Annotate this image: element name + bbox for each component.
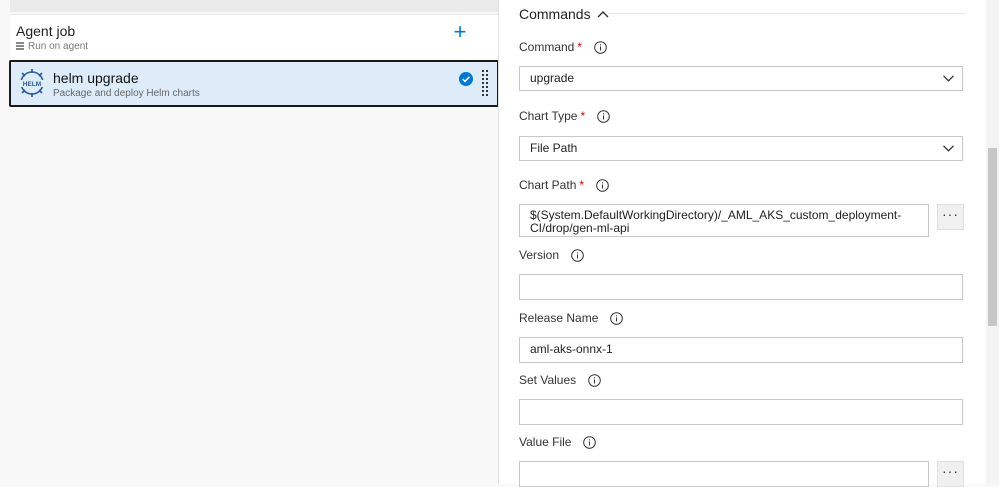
helm-icon: HELM	[18, 69, 46, 97]
value-file-input[interactable]	[519, 461, 929, 487]
agent-job-row[interactable]: Agent job Run on agent +	[10, 14, 498, 61]
task-title: helm upgrade	[53, 70, 139, 86]
chart-path-label-text: Chart Path	[519, 178, 577, 192]
command-value: upgrade	[530, 71, 575, 85]
task-item-helm-upgrade[interactable]: HELM helm upgrade Package and deploy Hel…	[9, 60, 499, 107]
chart-type-label-text: Chart Type	[519, 109, 578, 123]
command-select[interactable]: upgrade	[519, 66, 963, 91]
version-label-text: Version	[519, 248, 560, 262]
release-name-input[interactable]: aml-aks-onnx-1	[519, 337, 963, 363]
task-subtitle: Package and deploy Helm charts	[53, 88, 200, 99]
agent-job-subtitle-text: Run on agent	[28, 41, 89, 52]
info-icon[interactable]	[588, 373, 601, 387]
value-file-label: Value File	[519, 435, 597, 449]
release-name-label: Release Name	[519, 311, 624, 325]
commands-section-toggle[interactable]: Commands	[519, 6, 609, 22]
command-label: Command *	[519, 40, 607, 54]
drag-handle-icon[interactable]	[481, 69, 489, 97]
add-task-button[interactable]: +	[450, 21, 470, 43]
chart-type-value: File Path	[530, 141, 578, 155]
chart-path-label: Chart Path *	[519, 178, 609, 192]
section-divider	[609, 13, 965, 14]
chart-type-label: Chart Type *	[519, 109, 610, 123]
check-circle-icon	[459, 72, 473, 86]
value-file-browse-button[interactable]: ···	[937, 461, 964, 487]
required-marker: *	[580, 109, 586, 123]
helm-logo-text: HELM	[23, 81, 41, 88]
chevron-up-icon	[597, 11, 609, 18]
task-settings-pane: Commands Command * upgrade Chart Type * …	[499, 0, 986, 487]
plus-icon: +	[453, 19, 467, 44]
chart-path-input[interactable]: $(System.DefaultWorkingDirectory)/_AML_A…	[519, 204, 929, 237]
set-values-input[interactable]	[519, 399, 963, 425]
chart-path-browse-button[interactable]: ···	[937, 204, 964, 230]
info-icon[interactable]	[596, 178, 609, 192]
info-icon[interactable]	[583, 435, 597, 449]
chevron-down-icon	[943, 145, 954, 152]
version-label: Version	[519, 248, 584, 262]
agent-job-title: Agent job	[16, 23, 76, 39]
info-icon[interactable]	[610, 311, 624, 325]
chart-type-select[interactable]: File Path	[519, 136, 963, 161]
set-values-label-text: Set Values	[519, 373, 577, 387]
required-marker: *	[579, 178, 585, 192]
scrollbar-thumb[interactable]	[988, 148, 997, 326]
info-icon[interactable]	[597, 109, 610, 123]
pipeline-tasks-pane: Agent job Run on agent + HELM helm upgra…	[0, 0, 499, 484]
required-marker: *	[577, 40, 583, 54]
vertical-scrollbar[interactable]	[986, 0, 999, 484]
set-values-label: Set Values	[519, 373, 601, 387]
previous-item-edge	[10, 0, 498, 12]
chevron-down-icon	[943, 75, 954, 82]
version-input[interactable]	[519, 274, 963, 300]
server-icon	[16, 42, 24, 50]
section-title: Commands	[519, 6, 591, 22]
value-file-label-text: Value File	[519, 435, 572, 449]
agent-job-subtitle: Run on agent	[16, 41, 88, 52]
info-icon[interactable]	[594, 40, 607, 54]
release-name-label-text: Release Name	[519, 311, 599, 325]
info-icon[interactable]	[571, 248, 584, 262]
command-label-text: Command	[519, 40, 575, 54]
